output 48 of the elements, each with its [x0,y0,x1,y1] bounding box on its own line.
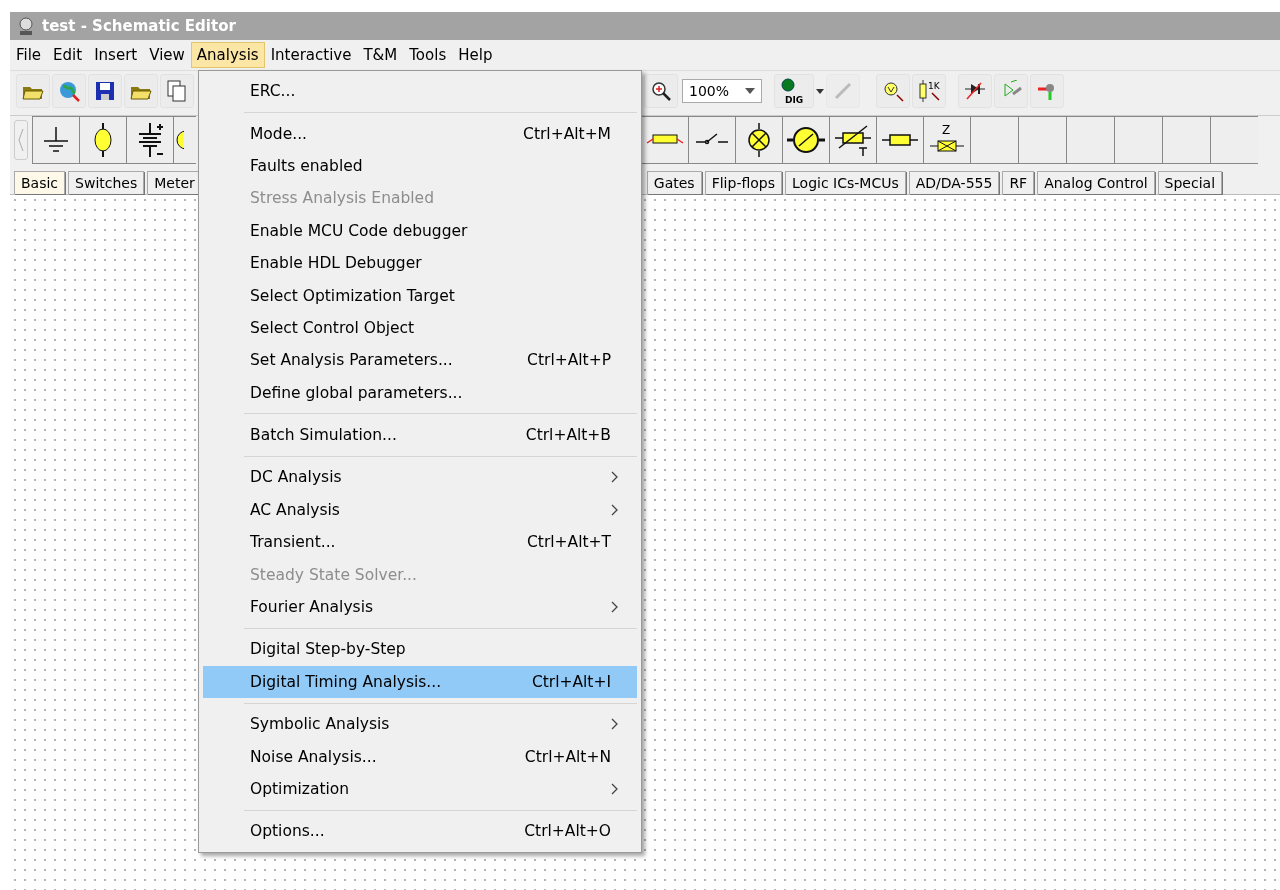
menu-entry[interactable]: Transient... Ctrl+Alt+T [203,526,637,559]
shortcut-text: Ctrl+Alt+O [524,822,611,841]
menu-item[interactable]: View [143,42,191,68]
menu-entry[interactable]: Set Analysis Parameters... Ctrl+Alt+P [203,344,637,377]
shortcut-text: Ctrl+Alt+I [531,672,611,691]
menu-entry[interactable]: Batch Simulation... Ctrl+Alt+B [203,418,637,452]
menu-entry[interactable]: Symbolic Analysis [203,708,637,741]
palette-tab[interactable]: Switches [68,171,145,194]
menu-entry[interactable]: Enable HDL Debugger [203,246,637,280]
menu-entry[interactable]: ERC... [203,75,637,108]
menu-item[interactable]: Analysis [190,42,265,68]
shortcut-text: Ctrl+Alt+P [527,351,611,370]
menu-item[interactable]: File [10,42,48,68]
menu-entry[interactable]: Select Control Object [203,311,637,345]
shortcut-text: Ctrl+Alt+B [525,426,611,445]
palette-tab[interactable]: Flip-flops [704,171,782,194]
menu-entry[interactable]: Options... Ctrl+Alt+O [203,815,637,848]
menu-item[interactable]: Edit [47,42,89,68]
impedance-button[interactable]: Z [923,116,970,164]
menu-entry[interactable]: Mode... Ctrl+Alt+M [203,117,637,150]
menu-entry[interactable]: DC Analysis [203,461,637,494]
menu-entry[interactable]: Digital Step-by-Step [203,633,637,666]
menu-entry[interactable]: Select Optimization Target [203,279,637,312]
menu-item[interactable]: Tools [403,42,453,68]
window-title: test - Schematic Editor [42,17,236,35]
menu-entry[interactable]: Fourier Analysis [203,590,637,624]
palette-tab[interactable]: Special [1157,171,1223,194]
menu-entry[interactable]: AC Analysis [203,493,637,527]
menu-item[interactable]: T&M [357,42,404,68]
palette-tab[interactable]: Basic [14,171,66,194]
shortcut-text: Ctrl+Alt+M [523,124,611,143]
menu-entry[interactable]: Optimization [203,772,637,806]
menu-entry[interactable]: Noise Analysis... Ctrl+Alt+N [203,740,637,773]
palette-tab[interactable]: AD/DA-555 [908,171,1000,194]
menu-entry[interactable]: Define global parameters... [203,376,637,409]
shortcut-text: Ctrl+Alt+N [524,747,611,766]
menu-item[interactable]: Help [452,42,499,68]
palette-tab[interactable]: RF [1002,171,1035,194]
shortcut-text: Ctrl+Alt+T [527,533,611,552]
palette-tab[interactable]: Gates [646,171,702,194]
zoom-combo[interactable]: 100% [682,79,762,103]
menu-entry[interactable]: Enable MCU Code debugger [203,214,637,247]
menu-item[interactable]: Interactive [264,42,358,68]
palette-tab[interactable]: Logic ICs-MCUs [785,171,906,194]
menu-entry[interactable]: Faults enabled [203,149,637,183]
menu-item[interactable]: Insert [88,42,144,68]
menu-entry[interactable]: Digital Timing Analysis... Ctrl+Alt+I [203,665,637,699]
palette-tab[interactable]: Analog Control [1037,171,1155,194]
